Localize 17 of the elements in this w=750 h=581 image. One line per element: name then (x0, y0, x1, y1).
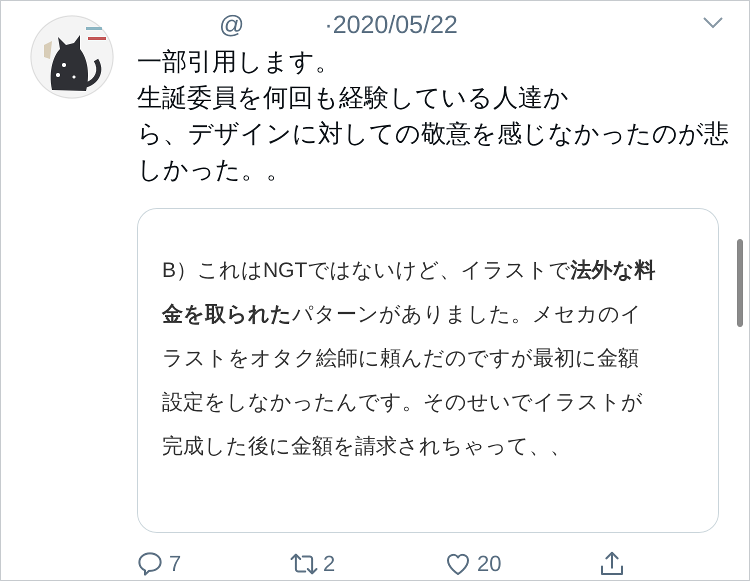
quoted-text-line: B）これはNGTではないけど、イラストで法外な料 (162, 258, 656, 284)
reply-button[interactable]: 7 (135, 547, 289, 580)
retweet-button[interactable]: 2 (289, 547, 443, 580)
handle-at: @ (219, 10, 244, 41)
like-button[interactable]: 20 (443, 547, 597, 580)
quoted-text-line: 金を取られたパターンがありました。メセカのイ (162, 302, 643, 328)
quoted-text-line: 完成した後に金額を請求されちゃって、、 (162, 434, 572, 460)
quoted-image-card[interactable]: B）これはNGTではないけど、イラストで法外な料 金を取られたパターンがありました。メセカのイ ラストをオタク絵師に頼んだのですが最初に金額 設定をしなかったんです。そのせいでイラストが 完成した後に金額を請求されちゃって、、 (137, 208, 719, 533)
tweet-text-line: ら、デザインに対しての敬意を感じなかったのが悲 (137, 119, 730, 150)
tweet-text-line: 生誕委員を何回も経験している人達か (137, 83, 570, 114)
tweet-text-line: 一部引用します。 (137, 47, 341, 78)
scrollbar-thumb[interactable] (737, 239, 743, 327)
tweet-date: ·2020/05/22 (324, 10, 458, 41)
quoted-text-line: 設定をしなかったんです。そのせいでイラストが (162, 390, 644, 416)
tweet-text-line: しかった。。 (137, 155, 292, 186)
chevron-down-icon[interactable] (701, 15, 725, 31)
quoted-text-line: ラストをオタク絵師に頼んだのですが最初に金額 (162, 346, 640, 372)
